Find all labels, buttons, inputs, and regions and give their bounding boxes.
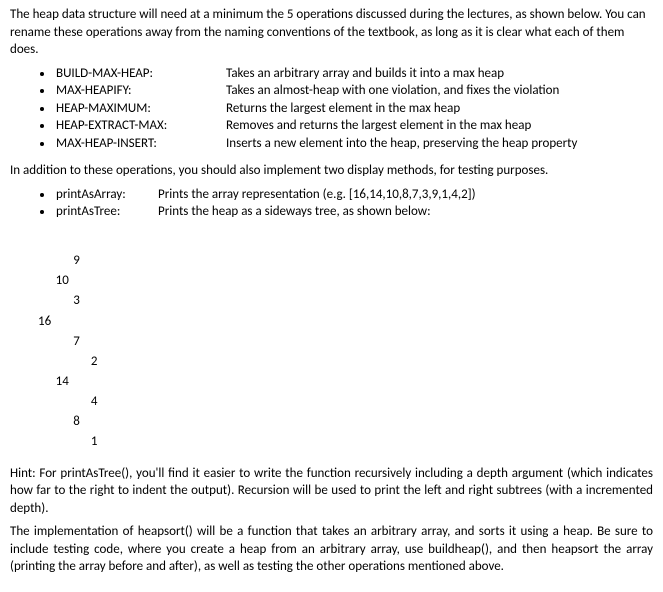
tree-line: 16 <box>38 314 51 329</box>
op-desc: Returns the largest element in the max h… <box>226 100 460 118</box>
tree-line: 10 <box>38 273 69 288</box>
intro-paragraph: The heap data structure will need at a m… <box>10 6 653 59</box>
operations-list: BUILD-MAX-HEAP: Takes an arbitrary array… <box>10 65 653 153</box>
list-item: HEAP-EXTRACT-MAX: Removes and returns th… <box>54 117 653 135</box>
tree-output: 9 10 3 16 7 2 14 4 8 1 <box>38 231 653 453</box>
implementation-paragraph: The implementation of heapsort() will be… <box>10 523 653 576</box>
op-name: BUILD-MAX-HEAP: <box>56 65 226 83</box>
tree-line: 14 <box>38 374 69 389</box>
list-item: BUILD-MAX-HEAP: Takes an arbitrary array… <box>54 65 653 83</box>
op-name: HEAP-EXTRACT-MAX: <box>56 117 226 135</box>
list-item: printAsTree: Prints the heap as a sidewa… <box>54 203 653 221</box>
list-item: HEAP-MAXIMUM: Returns the largest elemen… <box>54 100 653 118</box>
disp-name: printAsTree: <box>56 203 158 221</box>
op-name: HEAP-MAXIMUM: <box>56 100 226 118</box>
op-desc: Takes an arbitrary array and builds it i… <box>226 65 504 83</box>
disp-desc: Prints the array representation (e.g. [1… <box>158 186 476 204</box>
op-desc: Inserts a new element into the heap, pre… <box>226 135 577 153</box>
display-methods-list: printAsArray: Prints the array represent… <box>10 186 653 221</box>
hint-paragraph: Hint: For printAsTree(), you'll find it … <box>10 465 653 518</box>
list-item: printAsArray: Prints the array represent… <box>54 186 653 204</box>
op-desc: Takes an almost-heap with one violation,… <box>226 82 559 100</box>
tree-line: 7 <box>38 334 80 349</box>
list-item: MAX-HEAPIFY: Takes an almost-heap with o… <box>54 82 653 100</box>
tree-line: 2 <box>38 354 98 369</box>
op-desc: Removes and returns the largest element … <box>226 117 531 135</box>
disp-desc: Prints the heap as a sideways tree, as s… <box>158 203 431 221</box>
tree-line: 8 <box>38 414 80 429</box>
tree-line: 4 <box>38 394 98 409</box>
list-item: MAX-HEAP-INSERT: Inserts a new element i… <box>54 135 653 153</box>
op-name: MAX-HEAP-INSERT: <box>56 135 226 153</box>
tree-line: 9 <box>38 253 80 268</box>
tree-line: 3 <box>38 293 80 308</box>
display-intro: In addition to these operations, you sho… <box>10 162 653 180</box>
disp-name: printAsArray: <box>56 186 158 204</box>
op-name: MAX-HEAPIFY: <box>56 82 226 100</box>
tree-line: 1 <box>38 434 98 449</box>
